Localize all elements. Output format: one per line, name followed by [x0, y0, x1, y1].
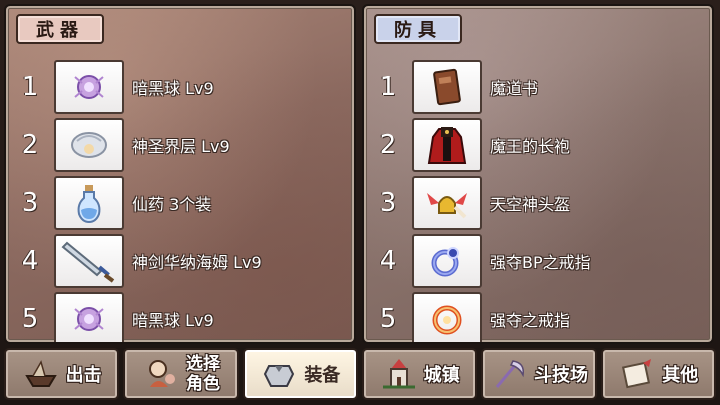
slot-number: 4: [21, 246, 39, 276]
sortie-label: 出击: [65, 365, 102, 386]
item-name: 魔王的长袍: [490, 137, 571, 156]
slot-number: 3: [379, 188, 397, 218]
item-name: 仙药 3个装: [132, 195, 212, 214]
armor-slot-1[interactable]: 1 魔道书: [364, 58, 712, 116]
arena-label: 斗技场: [533, 365, 588, 386]
weapons-panel: 武器 1 暗黑球 Lv9 2 神圣界层 Lv9 3 仙药 3个装 4 神剑华纳海…: [4, 4, 356, 344]
dark-orb-icon: [54, 60, 124, 114]
select-line-2: 角色: [185, 374, 220, 394]
equipment-button[interactable]: 装备: [242, 348, 358, 400]
weapons-list: 1 暗黑球 Lv9 2 神圣界层 Lv9 3 仙药 3个装 4 神剑华纳海姆 L…: [6, 58, 354, 342]
town-button[interactable]: 城镇: [361, 348, 478, 400]
slot-number: 5: [21, 304, 39, 334]
character-icon: [142, 355, 180, 393]
item-name: 神剑华纳海姆 Lv9: [132, 253, 262, 272]
select-character-label: 选择 角色: [186, 354, 220, 394]
weapon-slot-2[interactable]: 2 神圣界层 Lv9: [6, 116, 354, 174]
slot-number: 1: [21, 72, 39, 102]
scythe-icon: [490, 355, 528, 393]
dark-orb-icon: [54, 292, 124, 342]
arena-button[interactable]: 斗技场: [481, 348, 597, 400]
ship-icon: [22, 355, 60, 393]
item-name: 神圣界层 Lv9: [132, 137, 230, 156]
weapon-slot-1[interactable]: 1 暗黑球 Lv9: [6, 58, 354, 116]
select-character-button[interactable]: 选择 角色: [123, 348, 239, 400]
armor-slot-2[interactable]: 2 魔王的长袍: [364, 116, 712, 174]
item-name: 强夺BP之戒指: [490, 253, 591, 272]
slot-number: 2: [21, 130, 39, 160]
item-name: 暗黑球 Lv9: [132, 79, 214, 98]
town-label: 城镇: [423, 365, 460, 386]
weapon-slot-3[interactable]: 3 仙药 3个装: [6, 174, 354, 232]
weapon-slot-5[interactable]: 5 暗黑球 Lv9: [6, 290, 354, 342]
armor-slot-3[interactable]: 3 天空神头盔: [364, 174, 712, 232]
blue-ring-icon: [412, 234, 482, 288]
armor-icon: [260, 355, 298, 393]
slot-number: 2: [379, 130, 397, 160]
armor-slot-4[interactable]: 4 强夺BP之戒指: [364, 232, 712, 290]
red-ring-icon: [412, 292, 482, 342]
other-button[interactable]: 其他: [600, 348, 716, 400]
armor-panel: 防具 1 魔道书 2 魔王的长袍 3 天空神头盔 4 强夺BP之戒指 5 强夺之…: [362, 4, 714, 344]
item-name: 天空神头盔: [490, 195, 571, 214]
weapons-tab[interactable]: 武器: [16, 14, 104, 44]
armor-tab[interactable]: 防具: [374, 14, 462, 44]
select-line-1: 选择: [185, 354, 220, 374]
item-name: 暗黑球 Lv9: [132, 311, 214, 330]
weapon-slot-4[interactable]: 4 神剑华纳海姆 Lv9: [6, 232, 354, 290]
slot-number: 4: [379, 246, 397, 276]
demon-robe-icon: [412, 118, 482, 172]
armor-slot-5[interactable]: 5 强夺之戒指: [364, 290, 712, 342]
sword-icon: [54, 234, 124, 288]
armor-list: 1 魔道书 2 魔王的长袍 3 天空神头盔 4 强夺BP之戒指 5 强夺之戒指: [364, 58, 712, 342]
sortie-button[interactable]: 出击: [4, 348, 120, 400]
slot-number: 3: [21, 188, 39, 218]
item-name: 魔道书: [490, 79, 539, 98]
scroll-icon: [618, 355, 656, 393]
item-name: 强夺之戒指: [490, 311, 571, 330]
other-label: 其他: [662, 365, 699, 386]
equipment-label: 装备: [304, 365, 341, 386]
slot-number: 1: [379, 72, 397, 102]
castle-icon: [380, 355, 418, 393]
potion-icon: [54, 176, 124, 230]
holy-shell-icon: [54, 118, 124, 172]
bottom-nav: 出击 选择 角色 装备 城镇 斗技场 其他: [0, 348, 720, 405]
winged-helmet-icon: [412, 176, 482, 230]
slot-number: 5: [379, 304, 397, 334]
spellbook-icon: [412, 60, 482, 114]
